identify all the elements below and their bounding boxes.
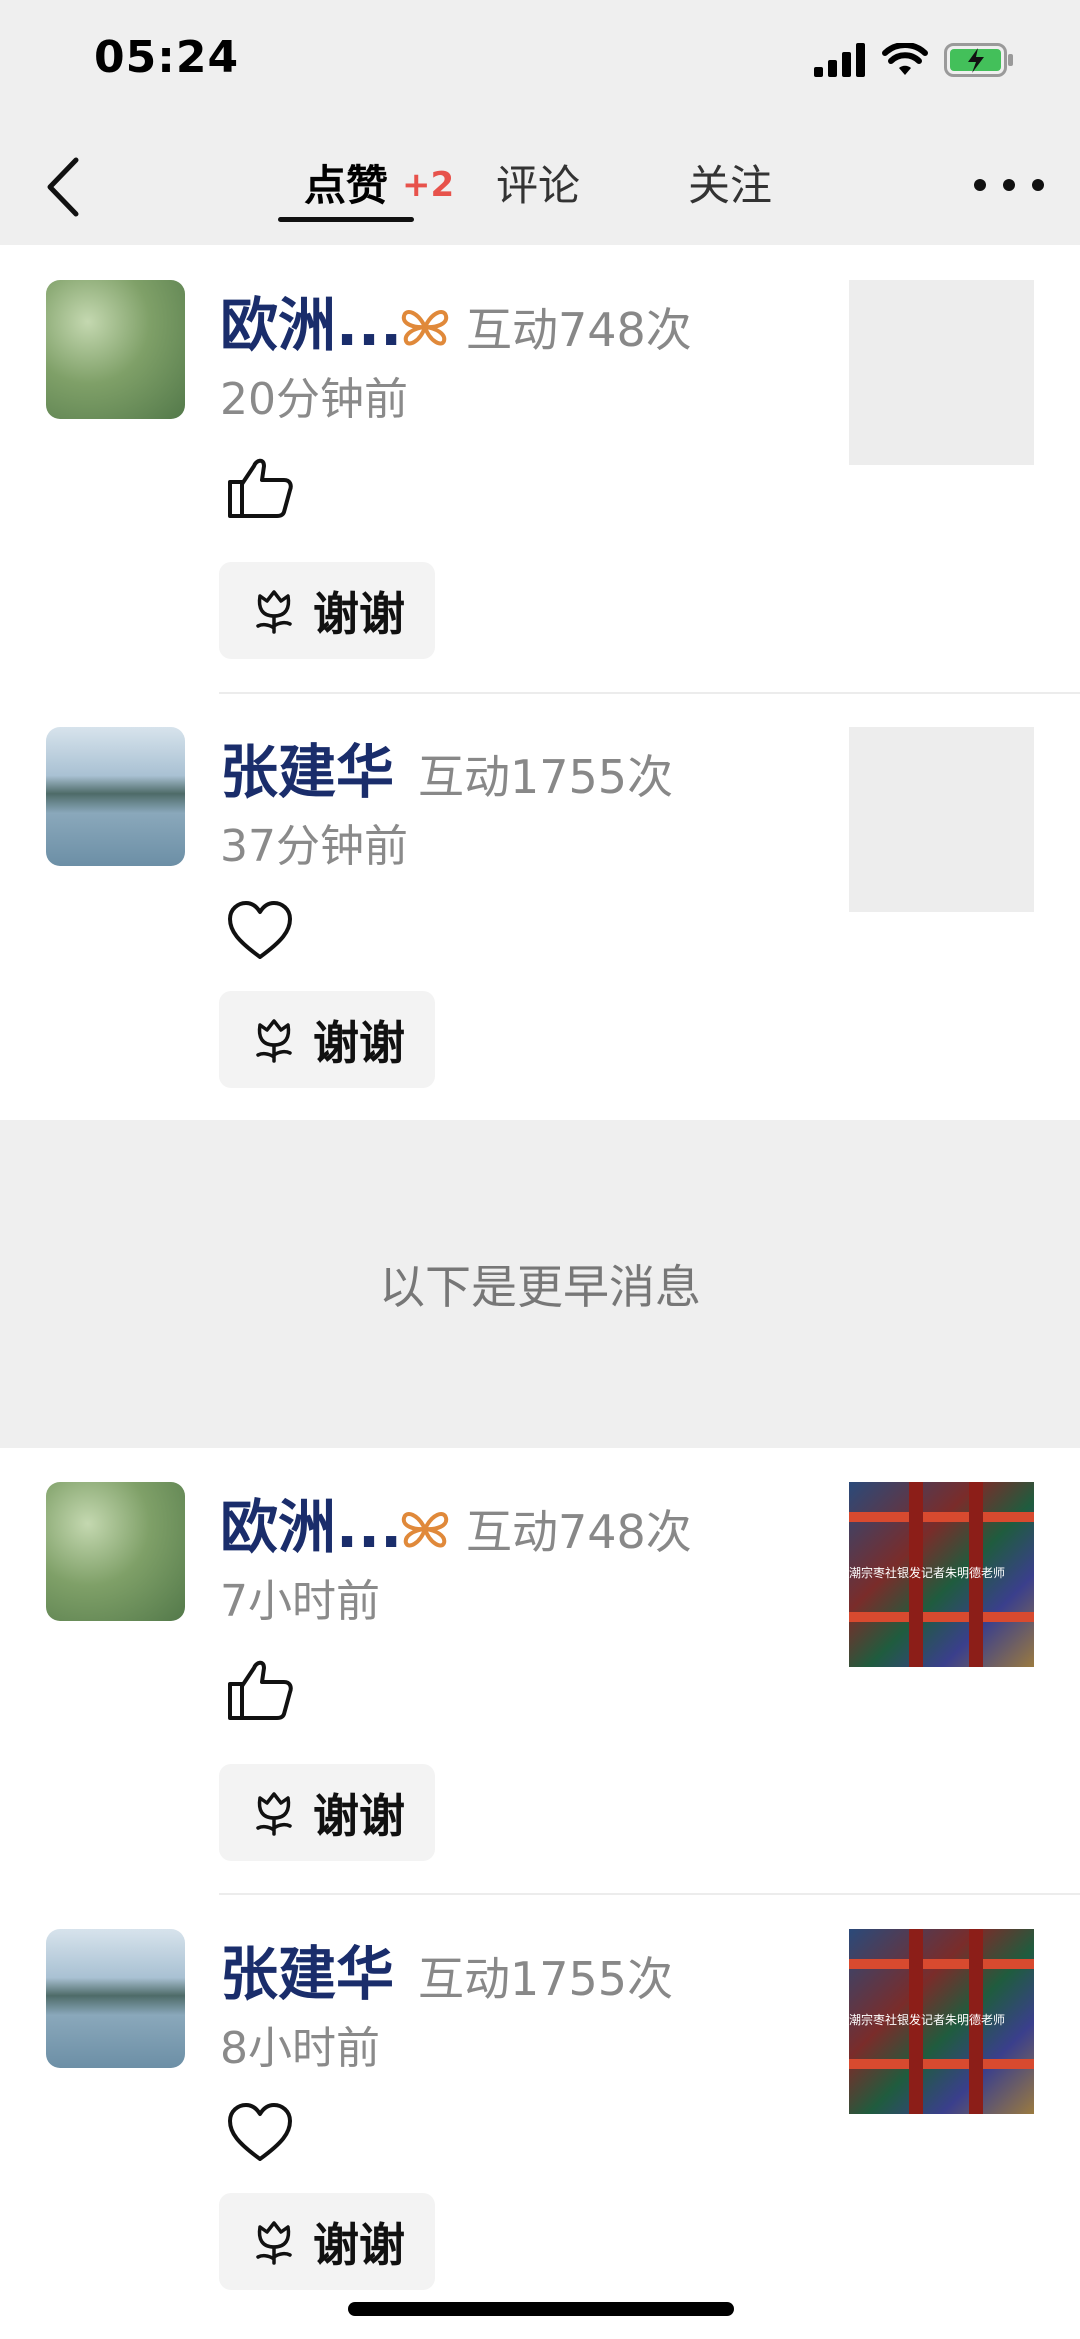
active-tab-indicator — [278, 217, 414, 222]
butterfly-badge-icon — [401, 1512, 449, 1548]
username[interactable]: 欧洲... — [220, 290, 402, 360]
list-item[interactable]: 欧洲... 互动748次 7小时前 谢谢 潮宗枣社银发记者朱明德老师 — [0, 1482, 1080, 1896]
post-thumbnail[interactable] — [849, 727, 1034, 912]
earlier-messages-separator: 以下是更早消息 — [0, 1120, 1080, 1448]
signal-icon — [814, 43, 865, 77]
list-item[interactable]: 张建华 互动1755次 37分钟前 谢谢 — [0, 727, 1080, 1127]
butterfly-badge-icon — [401, 310, 449, 346]
thumbs-up-icon — [228, 1660, 293, 1720]
thanks-label: 谢谢 — [313, 1015, 405, 1070]
timestamp: 37分钟前 — [220, 821, 408, 872]
earlier-messages-label: 以下是更早消息 — [379, 1260, 701, 1314]
flower-icon — [256, 589, 292, 634]
thumbnail-beam — [849, 1959, 1034, 1969]
divider — [219, 692, 1080, 694]
thumbs-up-icon — [228, 458, 293, 518]
post-thumbnail[interactable]: 潮宗枣社银发记者朱明德老师 — [849, 1482, 1034, 1667]
more-dot — [1032, 179, 1044, 191]
tab-comments[interactable]: 评论 — [496, 156, 580, 216]
heart-icon — [228, 2103, 292, 2161]
post-thumbnail[interactable]: 潮宗枣社银发记者朱明德老师 — [849, 1929, 1034, 2114]
thanks-label: 谢谢 — [313, 586, 405, 641]
thumbnail-caption: 潮宗枣社银发记者朱明德老师 — [849, 2013, 1006, 2027]
thanks-button[interactable]: 谢谢 — [219, 2193, 435, 2290]
thanks-button[interactable]: 谢谢 — [219, 562, 435, 659]
divider — [219, 1893, 1080, 1895]
list-item[interactable]: 张建华 互动1755次 8小时前 谢谢 潮宗枣社银发记者朱明德老师 — [0, 1929, 1080, 2329]
flower-icon — [256, 1791, 292, 1836]
thanks-button[interactable]: 谢谢 — [219, 1764, 435, 1861]
chevron-left-icon — [47, 157, 79, 217]
heart-icon — [228, 901, 292, 959]
more-button[interactable] — [974, 170, 1044, 200]
interaction-count: 互动748次 — [466, 1505, 692, 1559]
avatar[interactable] — [46, 1482, 185, 1621]
interaction-count: 互动1755次 — [418, 750, 674, 804]
post-thumbnail[interactable] — [849, 280, 1034, 465]
timestamp: 20分钟前 — [220, 374, 408, 425]
status-icons — [814, 40, 1014, 80]
username[interactable]: 张建华 — [220, 1939, 394, 2009]
thumbnail-caption: 潮宗枣社银发记者朱明德老师 — [849, 1566, 1006, 1580]
avatar[interactable] — [46, 1929, 185, 2068]
timestamp: 8小时前 — [220, 2023, 380, 2074]
more-dot — [974, 179, 986, 191]
thanks-label: 谢谢 — [313, 1788, 405, 1843]
interaction-count: 互动1755次 — [418, 1952, 674, 2006]
thanks-label: 谢谢 — [313, 2217, 405, 2272]
thumbnail-beam — [849, 2059, 1034, 2069]
tab-follow[interactable]: 关注 — [688, 156, 772, 216]
status-bar: 05:24 — [0, 0, 1080, 130]
avatar[interactable] — [46, 727, 185, 866]
username[interactable]: 欧洲... — [220, 1492, 402, 1562]
timestamp: 7小时前 — [220, 1576, 380, 1627]
tab-likes-badge: +2 — [402, 165, 455, 205]
home-indicator[interactable] — [348, 2302, 734, 2316]
more-dot — [1003, 179, 1015, 191]
list-item[interactable]: 欧洲... 互动748次 20分钟前 谢谢 — [0, 280, 1080, 694]
interaction-count: 互动748次 — [466, 303, 692, 357]
tab-likes[interactable]: 点赞 — [304, 156, 388, 216]
status-time: 05:24 — [94, 32, 240, 83]
avatar[interactable] — [46, 280, 185, 419]
back-button[interactable] — [36, 152, 96, 222]
flower-icon — [256, 1018, 292, 1063]
thumbnail-beam — [849, 1612, 1034, 1622]
username[interactable]: 张建华 — [220, 737, 394, 807]
thanks-button[interactable]: 谢谢 — [219, 991, 435, 1088]
battery-charging-icon — [944, 43, 1013, 77]
nav-bar: 点赞 +2 评论 关注 — [0, 130, 1080, 245]
thumbnail-beam — [849, 1512, 1034, 1522]
flower-icon — [256, 2220, 292, 2265]
wifi-icon — [882, 43, 928, 75]
